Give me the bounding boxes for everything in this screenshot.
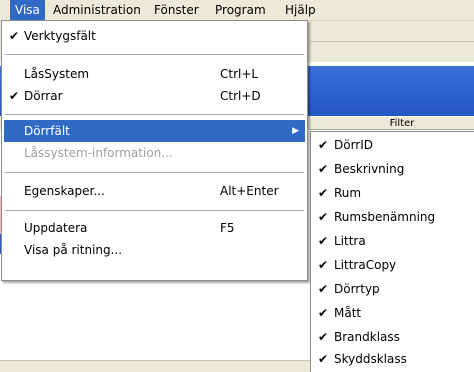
submenu-item-room-name[interactable]: ✔ Rumsbenämning	[313, 205, 472, 229]
submenu-item-label: Mått	[334, 306, 362, 320]
menu-bar: Visa Administration Fönster Program Hjäl…	[0, 0, 474, 21]
menu-fonster[interactable]: Fönster	[149, 0, 204, 20]
menu-item-label: Uppdatera	[24, 221, 88, 235]
check-icon: ✔	[317, 330, 329, 344]
menu-item-label: Dörrar	[24, 89, 63, 103]
submenu-item-littra[interactable]: ✔ Littra	[313, 229, 472, 253]
menu-item-label: Dörrfält	[24, 124, 70, 138]
check-icon: ✔	[317, 282, 329, 296]
check-icon: ✔	[317, 234, 329, 248]
menu-item-doors[interactable]: ✔ Dörrar Ctrl+D	[4, 85, 305, 107]
menu-item-lock-system-info[interactable]: Låssystem-information...	[4, 142, 305, 164]
background-toolbar	[310, 21, 474, 42]
check-icon: ✔	[8, 89, 20, 103]
submenu-item-label: Rumsbenämning	[334, 210, 436, 224]
menu-item-toolbar[interactable]: ✔ Verktygsfält	[4, 25, 305, 47]
menu-item-shortcut: Ctrl+D	[220, 89, 261, 103]
submenu-item-label: Skyddsklass	[334, 352, 407, 366]
menu-item-shortcut: F5	[220, 221, 235, 235]
door-fields-submenu: ✔ DörrID ✔ Beskrivning ✔ Rum ✔ Rumsbenäm…	[310, 131, 474, 372]
menu-item-label: LåsSystem	[24, 67, 90, 81]
submenu-item-label: LittraCopy	[334, 258, 397, 272]
menu-separator	[5, 172, 304, 173]
submenu-item-dimensions[interactable]: ✔ Mått	[313, 301, 472, 325]
menu-program[interactable]: Program	[210, 0, 271, 20]
menu-visa[interactable]: Visa	[10, 0, 45, 20]
submenu-item-room[interactable]: ✔ Rum	[313, 181, 472, 205]
menu-item-shortcut: Alt+Enter	[220, 184, 279, 198]
check-icon: ✔	[317, 258, 329, 272]
visa-dropdown-menu: ✔ Verktygsfält LåsSystem Ctrl+L ✔ Dörrar…	[1, 20, 308, 281]
submenu-item-description[interactable]: ✔ Beskrivning	[313, 157, 472, 181]
menu-hjalp[interactable]: Hjälp	[280, 0, 321, 20]
menu-item-label: Egenskaper...	[24, 184, 105, 198]
filter-column-header[interactable]: Filter	[310, 116, 474, 130]
submenu-item-fire-class[interactable]: ✔ Brandklass	[313, 325, 472, 349]
submenu-item-door-type[interactable]: ✔ Dörrtyp	[313, 277, 472, 301]
menu-item-label: Visa på ritning...	[24, 243, 123, 257]
menu-item-door-fields[interactable]: Dörrfält ▶	[4, 120, 305, 142]
check-icon: ✔	[8, 29, 20, 43]
menu-item-label: Verktygsfält	[24, 29, 96, 43]
submenu-item-security-class[interactable]: ✔ Skyddsklass	[313, 347, 472, 371]
menu-item-properties[interactable]: Egenskaper... Alt+Enter	[4, 180, 305, 202]
check-icon: ✔	[317, 210, 329, 224]
menu-separator	[5, 114, 304, 115]
submenu-item-label: Beskrivning	[334, 162, 405, 176]
menu-item-shortcut: Ctrl+L	[220, 67, 259, 81]
check-icon: ✔	[317, 306, 329, 320]
submenu-item-label: Rum	[334, 186, 362, 200]
check-icon: ✔	[317, 352, 329, 366]
submenu-item-littra-copy[interactable]: ✔ LittraCopy	[313, 253, 472, 277]
menu-separator	[5, 210, 304, 211]
menu-administration[interactable]: Administration	[48, 0, 146, 20]
menu-separator	[5, 54, 304, 55]
check-icon: ✔	[317, 186, 329, 200]
menu-item-show-on-drawing[interactable]: Visa på ritning...	[4, 239, 305, 261]
submenu-item-label: DörrID	[334, 138, 374, 152]
submenu-item-label: Dörrtyp	[334, 282, 380, 296]
menu-item-lock-system[interactable]: LåsSystem Ctrl+L	[4, 63, 305, 85]
submenu-item-door-id[interactable]: ✔ DörrID	[313, 133, 472, 157]
check-icon: ✔	[317, 162, 329, 176]
menu-item-label: Låssystem-information...	[24, 146, 173, 160]
submenu-arrow-icon: ▶	[292, 126, 299, 136]
submenu-item-label: Brandklass	[334, 330, 400, 344]
menu-item-refresh[interactable]: Uppdatera F5	[4, 217, 305, 239]
submenu-item-label: Littra	[334, 234, 366, 248]
check-icon: ✔	[317, 138, 329, 152]
